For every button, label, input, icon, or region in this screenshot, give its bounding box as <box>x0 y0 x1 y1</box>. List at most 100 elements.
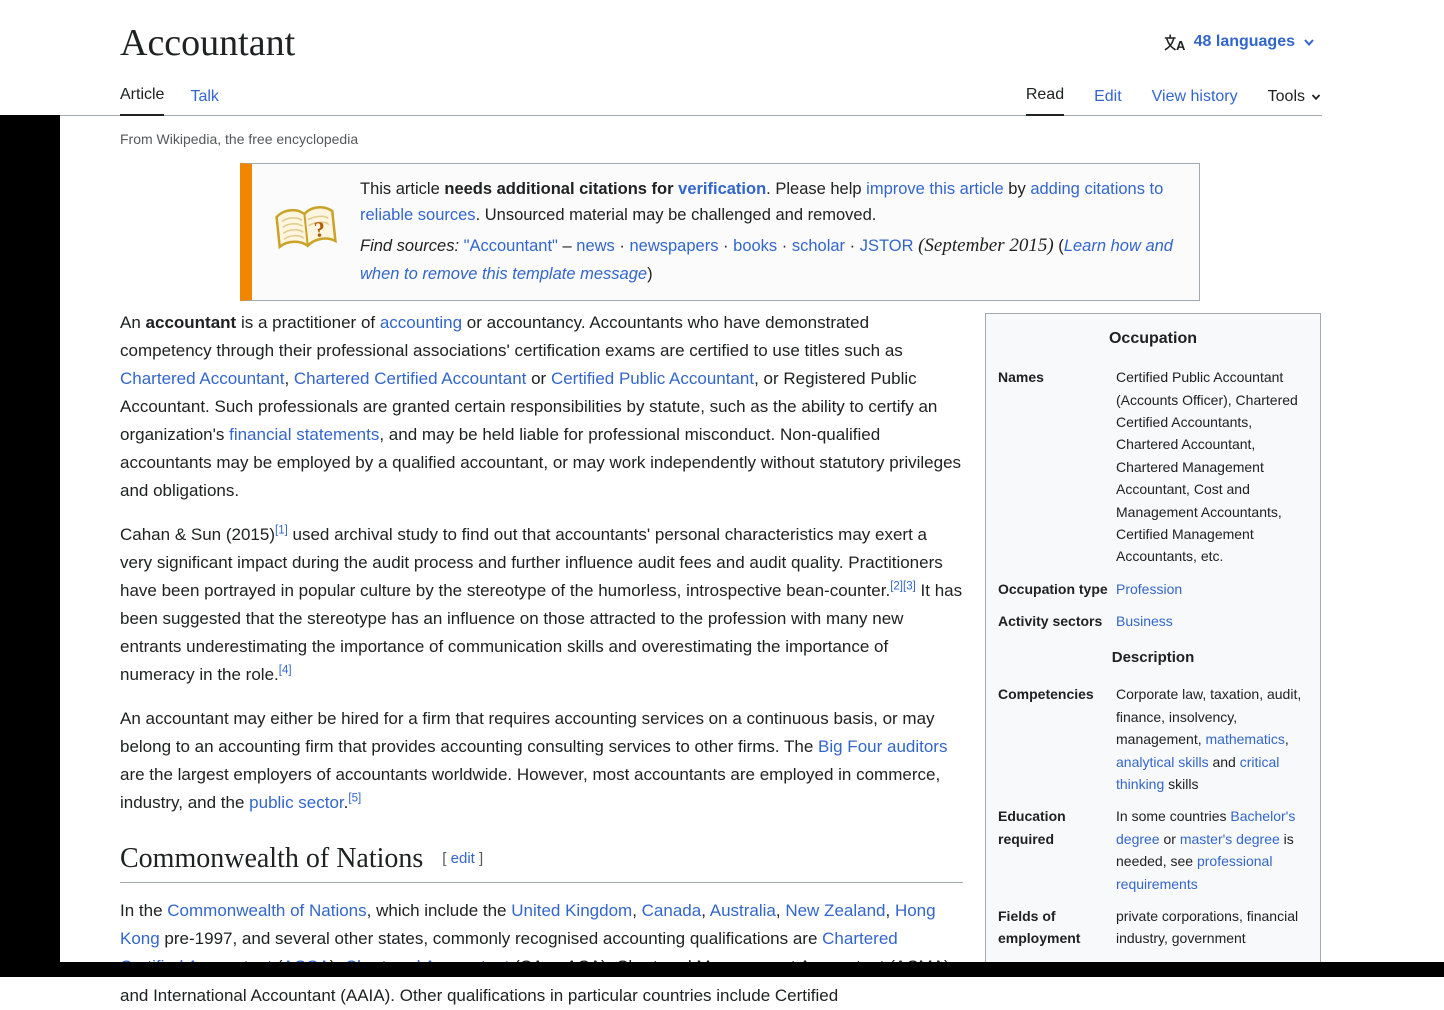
text-run: , <box>284 368 294 388</box>
text-run: are the largest employers of accountants… <box>120 765 941 813</box>
infobox-value: private corporations, financial industry… <box>1116 905 1308 950</box>
tab-edit[interactable]: Edit <box>1094 88 1122 116</box>
infobox-row-activity-sectors: Activity sectors Business <box>998 605 1308 637</box>
citation-notice-body: This article needs additional citations … <box>360 176 1181 229</box>
inline-link[interactable]: Chartered Accountant <box>120 369 284 388</box>
screen-black-left <box>0 115 60 977</box>
text-run: · <box>845 236 860 255</box>
text-run: An accountant may either be hired for a … <box>120 709 935 757</box>
inline-link[interactable]: United Kingdom <box>511 901 632 920</box>
inline-link[interactable]: news <box>576 237 615 255</box>
infobox-row-fields-of-employment: Fields of employment private corporation… <box>998 900 1308 955</box>
infobox-row-names: Names Certified Public Accountant (Accou… <box>998 361 1308 573</box>
section-heading-commonwealth: Commonwealth of Nations [ edit ] <box>120 843 963 884</box>
open-book-question-icon: ? <box>274 204 338 259</box>
text-run: – <box>557 236 577 255</box>
inline-link[interactable]: New Zealand <box>785 901 885 920</box>
infobox-value: Certified Public Accountant (Accounts Of… <box>1116 366 1308 568</box>
inline-link[interactable]: Profession <box>1116 581 1182 597</box>
article-content: ? This article needs additional citation… <box>120 163 1321 1010</box>
text-run: Certified Public Accountant (Accounts Of… <box>1116 369 1298 565</box>
infobox-row-competencies: Competencies Corporate law, taxation, au… <box>998 678 1308 800</box>
inline-link[interactable]: [4] <box>279 664 292 677</box>
infobox-label: Competencies <box>998 686 1094 703</box>
inline-link[interactable]: financial statements <box>229 425 379 444</box>
infobox-title: Occupation <box>1108 329 1197 347</box>
tab-read[interactable]: Read <box>1025 86 1065 116</box>
edit-bracket-open: [ <box>442 850 451 868</box>
infobox-occupation: Occupation Names Certified Public Accoun… <box>985 312 1321 968</box>
text-run: , <box>775 901 786 921</box>
inline-link[interactable]: mathematics <box>1206 731 1285 747</box>
inline-link[interactable]: master's degree <box>1180 831 1280 847</box>
reference-sup: [1] <box>275 524 288 536</box>
inline-link[interactable]: Business <box>1116 613 1173 629</box>
text-run: An <box>120 312 146 332</box>
text-run: , <box>701 901 710 921</box>
infobox-value: In some countries Bachelor's degree or m… <box>1116 805 1308 895</box>
inline-link[interactable]: newspapers <box>629 237 718 255</box>
inline-link[interactable]: Big Four auditors <box>818 737 947 756</box>
chevron-down-icon <box>1304 39 1314 47</box>
inline-link[interactable]: improve this article <box>866 180 1004 198</box>
page-title: Accountant <box>120 22 296 64</box>
languages-button[interactable]: A 48 languages <box>1158 32 1322 52</box>
citation-notice-text: This article needs additional citations … <box>360 176 1181 288</box>
text-run: · <box>614 236 630 255</box>
tab-talk[interactable]: Talk <box>190 88 218 116</box>
reference-sup: [4] <box>279 664 292 677</box>
inline-link[interactable]: JSTOR <box>860 237 914 255</box>
inline-link[interactable]: scholar <box>792 237 845 255</box>
infobox-subheader: Description <box>1111 649 1195 667</box>
screen-black-bottom <box>0 962 1444 977</box>
reference-sup: [5] <box>348 793 361 805</box>
tab-article[interactable]: Article <box>120 86 165 116</box>
text-run: ( <box>1053 236 1064 255</box>
text-run: ) <box>647 265 653 284</box>
text-run: · <box>777 236 792 255</box>
inline-link[interactable]: public sector <box>249 793 344 812</box>
inline-link[interactable]: [2] <box>890 580 903 593</box>
text-run: is a practitioner of <box>236 312 380 332</box>
inline-link[interactable]: verification <box>678 180 766 198</box>
text-run: needs additional citations for <box>444 180 679 198</box>
site-tagline: From Wikipedia, the free encyclopedia <box>120 131 359 147</box>
inline-link[interactable]: [3] <box>903 580 916 593</box>
text-run: pre-1997, and several other states, comm… <box>159 929 823 949</box>
inline-link[interactable]: accounting <box>380 313 462 332</box>
text-run: In the <box>120 901 168 921</box>
infobox-label: Occupation type <box>998 580 1108 597</box>
section-edit: [ edit ] <box>442 850 483 867</box>
text-run: In some countries <box>1116 808 1231 825</box>
namespace-tabs: Article Talk <box>120 86 245 116</box>
infobox-value: Profession <box>1116 578 1308 600</box>
text-run: , <box>1284 731 1289 748</box>
text-run: or <box>526 368 551 388</box>
inline-link[interactable]: Canada <box>642 901 702 920</box>
article-header: Accountant A 48 languages Article Talk R… <box>0 0 1444 147</box>
inline-link[interactable]: Chartered Certified Accountant <box>294 369 526 388</box>
text-run: Cahan & Sun (2015) <box>120 524 275 544</box>
inline-link[interactable]: "Accountant" <box>464 237 558 255</box>
section-edit-link[interactable]: edit <box>451 850 475 867</box>
tab-view-history[interactable]: View history <box>1152 88 1238 116</box>
inline-link[interactable]: analytical skills <box>1116 754 1209 770</box>
inline-link[interactable]: books <box>733 237 777 255</box>
inline-link[interactable]: [5] <box>348 793 361 805</box>
inline-link[interactable]: Certified Public Accountant <box>551 369 754 388</box>
chevron-down-icon <box>1311 94 1321 101</box>
reference-sup: [3] <box>903 580 916 593</box>
title-row: Accountant A 48 languages <box>120 0 1322 88</box>
svg-text:A: A <box>1176 38 1186 51</box>
infobox-label: Names <box>998 369 1044 386</box>
text-run: , <box>632 901 642 921</box>
article-tabbar: Article Talk Read Edit View history Tool… <box>60 86 1322 116</box>
inline-link[interactable]: Commonwealth of Nations <box>167 901 366 920</box>
view-tabs: Read Edit View history Tools <box>996 86 1322 116</box>
tools-label: Tools <box>1267 88 1305 105</box>
languages-label: 48 languages <box>1193 33 1295 50</box>
text-run: . Unsourced material may be challenged a… <box>475 206 877 225</box>
inline-link[interactable]: [1] <box>275 524 288 536</box>
tools-menu-button[interactable]: Tools <box>1268 88 1322 116</box>
inline-link[interactable]: Australia <box>710 901 776 920</box>
